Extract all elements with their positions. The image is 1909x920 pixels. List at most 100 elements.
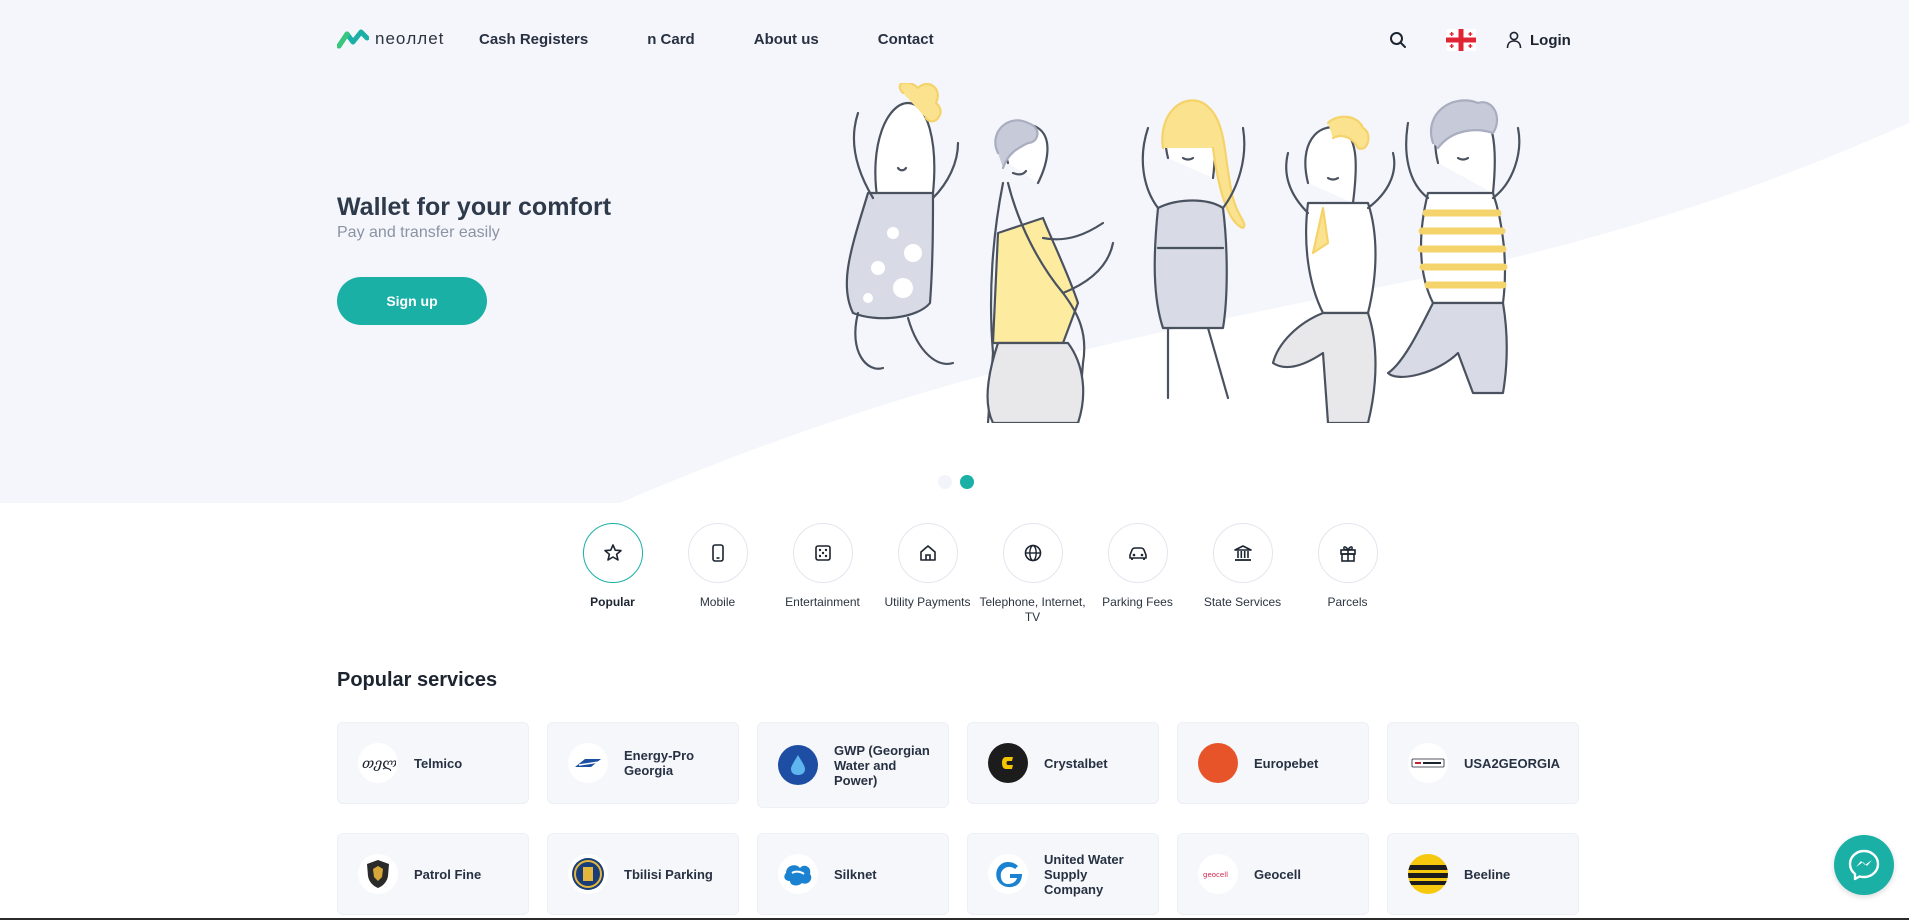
category-icon-wrapper — [687, 523, 748, 583]
category-label: State Services — [1203, 595, 1282, 609]
star-icon — [603, 544, 622, 561]
category-parking-fees[interactable]: Parking Fees — [1085, 523, 1190, 625]
service-card-usa2georgia[interactable]: USA2GEORGIA — [1387, 722, 1579, 804]
category-icon-wrapper — [1212, 523, 1273, 583]
usa2georgia-logo-icon — [1408, 743, 1448, 783]
energy-pro-logo-icon — [568, 743, 608, 783]
logo-mark-icon — [337, 29, 369, 49]
site-header: neoллet Cash Registers n Card About us C… — [0, 0, 1909, 83]
beeline-logo-icon — [1408, 854, 1448, 894]
service-card-silknet[interactable]: Silknet — [757, 833, 949, 915]
service-name: Tbilisi Parking — [624, 866, 713, 882]
service-name: GWP (Georgian Water and Power) — [834, 742, 930, 788]
person-1-figure — [845, 83, 960, 370]
hero-title: Wallet for your comfort — [337, 193, 612, 221]
georgian-flag-icon[interactable] — [1446, 29, 1476, 51]
globe-icon — [1024, 544, 1041, 562]
category-telephone-internet-tv[interactable]: Telephone, Internet, TV — [979, 523, 1086, 625]
gift-icon — [1339, 546, 1356, 562]
car-icon — [1128, 547, 1147, 560]
login-label: Login — [1530, 31, 1571, 49]
category-icon-wrapper — [1002, 523, 1063, 583]
uwsc-logo-icon — [988, 854, 1028, 894]
category-utility-payments[interactable]: Utility Payments — [875, 523, 980, 625]
popular-services-title: Popular services — [337, 669, 498, 691]
service-name: Beeline — [1464, 866, 1511, 882]
nav-n-card[interactable]: n Card — [647, 31, 695, 48]
carousel-dots — [938, 475, 974, 489]
patrol-logo-icon — [358, 854, 398, 894]
login-button[interactable]: Login — [1506, 31, 1571, 49]
category-label: Utility Payments — [884, 595, 971, 609]
category-label: Entertainment — [785, 595, 860, 609]
logo-text: neoллet — [375, 29, 445, 48]
service-card-beeline[interactable]: Beeline — [1387, 833, 1579, 915]
service-card-gwp[interactable]: GWP (Georgian Water and Power) — [757, 722, 949, 808]
svg-text:თელ: თელ — [362, 756, 396, 772]
service-name: USA2GEORGIA — [1464, 755, 1561, 771]
category-label: Parking Fees — [1102, 595, 1173, 609]
nav-contact[interactable]: Contact — [878, 31, 934, 48]
bank-icon — [1233, 545, 1252, 561]
phone-icon — [711, 544, 724, 562]
service-card-telmico[interactable]: თელ Telmico — [337, 722, 529, 804]
nav-about-us[interactable]: About us — [754, 31, 819, 48]
silknet-logo-icon — [778, 854, 818, 894]
hero-banner: Wallet for your comfort Pay and transfer… — [0, 83, 1909, 503]
search-icon — [1390, 32, 1406, 48]
category-label: Popular — [590, 595, 635, 609]
dice-icon — [814, 545, 831, 561]
header-actions: Login — [1386, 28, 1571, 52]
category-icon-wrapper — [792, 523, 853, 583]
telmico-logo-icon: თელ — [358, 743, 398, 783]
service-name: Europebet — [1254, 755, 1319, 771]
messenger-icon — [1848, 849, 1880, 881]
hero-subtitle: Pay and transfer easily — [337, 224, 500, 241]
category-state-services[interactable]: State Services — [1190, 523, 1295, 625]
dancing-people-illustration — [845, 83, 1521, 423]
category-label: Telephone, Internet, TV — [979, 595, 1086, 624]
category-entertainment[interactable]: Entertainment — [770, 523, 875, 625]
service-card-patrol-fine[interactable]: Patrol Fine — [337, 833, 529, 915]
category-tabs: Popular Mobile Entertainment Utility Pay… — [560, 523, 1400, 625]
service-name: Energy-Pro Georgia — [624, 748, 695, 778]
geocell-logo-icon: geocell — [1198, 854, 1238, 894]
gwp-logo-icon — [778, 745, 818, 785]
carousel-dot-2[interactable] — [960, 475, 974, 489]
person-4-figure — [1271, 115, 1396, 423]
category-label: Parcels — [1327, 595, 1368, 609]
main-nav: Cash Registers n Card About us Contact — [479, 31, 993, 48]
crystalbet-logo-icon — [988, 743, 1028, 783]
europebet-logo-icon — [1198, 743, 1238, 783]
service-card-tbilisi-parking[interactable]: Tbilisi Parking — [547, 833, 739, 915]
svg-text:geocell: geocell — [1203, 871, 1228, 879]
category-icon-wrapper — [1317, 523, 1378, 583]
category-icon-wrapper — [1107, 523, 1168, 583]
category-popular[interactable]: Popular — [560, 523, 665, 625]
service-card-uwsc[interactable]: United Water Supply Company — [967, 833, 1159, 915]
tbilisi-parking-logo-icon — [568, 854, 608, 894]
search-button[interactable] — [1386, 28, 1410, 52]
category-mobile[interactable]: Mobile — [665, 523, 770, 625]
person-5-figure — [1386, 99, 1521, 395]
brand-logo[interactable]: neoллet — [337, 28, 444, 50]
service-card-geocell[interactable]: geocell Geocell — [1177, 833, 1369, 915]
service-card-energy-pro[interactable]: Energy-Pro Georgia — [547, 722, 739, 804]
category-icon-wrapper — [582, 523, 643, 583]
category-parcels[interactable]: Parcels — [1295, 523, 1400, 625]
carousel-dot-1[interactable] — [938, 475, 952, 489]
messenger-chat-button[interactable] — [1834, 835, 1894, 895]
person-2-figure — [986, 119, 1115, 423]
service-name: United Water Supply Company — [1044, 851, 1124, 897]
category-icon-wrapper — [897, 523, 958, 583]
service-name: Geocell — [1254, 866, 1301, 882]
nav-cash-registers[interactable]: Cash Registers — [479, 31, 588, 48]
service-name: Patrol Fine — [414, 866, 482, 882]
house-icon — [919, 545, 936, 561]
service-card-europebet[interactable]: Europebet — [1177, 722, 1369, 804]
sign-up-button[interactable]: Sign up — [337, 277, 487, 325]
service-name: Telmico — [414, 755, 463, 771]
category-label: Mobile — [699, 595, 736, 609]
service-card-crystalbet[interactable]: Crystalbet — [967, 722, 1159, 804]
service-name: Silknet — [834, 866, 877, 882]
